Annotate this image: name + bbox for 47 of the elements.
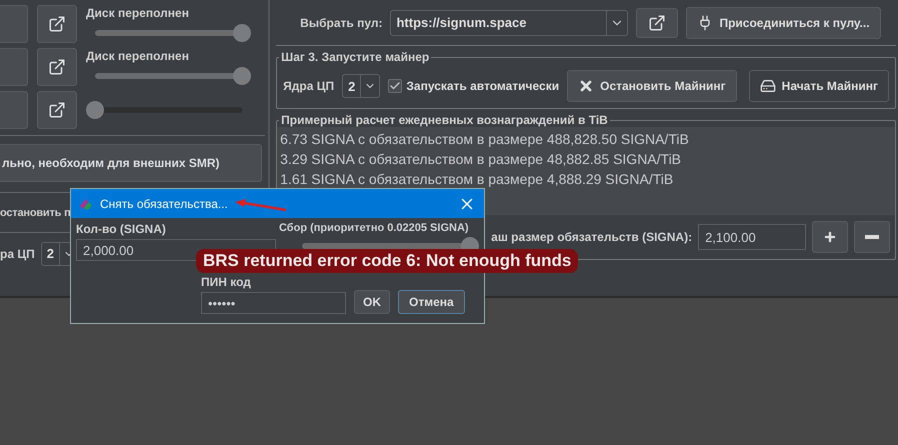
dialog-title: Снять обязательства... — [100, 196, 228, 210]
cores-dropdown[interactable]: 2 — [342, 74, 380, 98]
app-icon — [79, 196, 93, 210]
pin-field[interactable]: •••••• — [201, 292, 346, 314]
pool-label: Выбрать пул: — [300, 16, 382, 30]
arrow-annotation — [234, 198, 288, 212]
reward-line: 3.29 SIGNA с обязательством в размере 48,882.85 SIGNA/TiB — [280, 150, 682, 169]
cancel-button[interactable]: Отмена — [398, 290, 465, 314]
start-mining-button[interactable]: Начать Майнинг — [748, 70, 889, 102]
slider-thumb[interactable] — [233, 67, 252, 85]
disk-status: Диск переполнен — [86, 49, 190, 63]
pool-dropdown[interactable]: https://signum.space — [390, 10, 628, 36]
ok-button[interactable]: OK — [354, 290, 390, 314]
external-link-button[interactable] — [636, 8, 678, 38]
drive-icon — [760, 78, 776, 94]
remove-button[interactable] — [854, 221, 890, 253]
fee-label: Сбор (приоритетно 0.02205 SIGNA) — [279, 222, 470, 234]
disk-status: Диск переполнен — [86, 6, 190, 20]
close-icon — [578, 78, 594, 94]
slider-thumb[interactable] — [233, 24, 252, 42]
reward-line: 1.61 SIGNA с обязательством в размере 4,888.29 SIGNA/TiB — [280, 170, 674, 189]
check-icon — [389, 80, 402, 92]
error-toast: BRS returned error code 6: Not enough funds — [196, 249, 578, 273]
wide-button[interactable]: льно, необходим для внешних SMR) — [0, 144, 262, 182]
commitment-label: аш размер обязательств (SIGNA): — [491, 230, 692, 244]
commitment-field[interactable]: 2,100.00 — [698, 224, 806, 250]
external-link-button[interactable] — [37, 48, 77, 86]
reward-line: 6.73 SIGNA с обязательством в размере 488,828.50 SIGNA/TiB — [280, 130, 690, 149]
panel-title: Шаг 3. Запустите майнер — [280, 50, 430, 64]
amount-label: Кол-во (SIGNA) — [76, 222, 167, 236]
external-link-button[interactable] — [37, 5, 77, 43]
add-button[interactable] — [812, 221, 848, 253]
minus-icon — [865, 235, 880, 239]
cores-label: ра ЦП — [0, 246, 35, 260]
stop-mining-button[interactable]: Остановить Майнинг — [567, 70, 737, 102]
external-link-icon — [48, 58, 66, 76]
pin-label: ПИН код — [201, 275, 252, 289]
join-pool-button[interactable]: Присоединиться к пулу... — [686, 6, 881, 38]
external-link-icon — [648, 14, 666, 32]
external-link-button[interactable] — [37, 91, 77, 129]
external-link-icon — [48, 15, 66, 33]
cores-label: Ядра ЦП — [283, 79, 334, 93]
external-link-icon — [48, 101, 66, 119]
slider-thumb[interactable] — [86, 101, 104, 119]
panel-title: Примерный расчет ежедневных вознаграждений в TiB — [280, 113, 609, 127]
autostart-checkbox[interactable]: Запускать автоматически — [388, 79, 560, 93]
option-label: остановить п — [0, 206, 71, 218]
